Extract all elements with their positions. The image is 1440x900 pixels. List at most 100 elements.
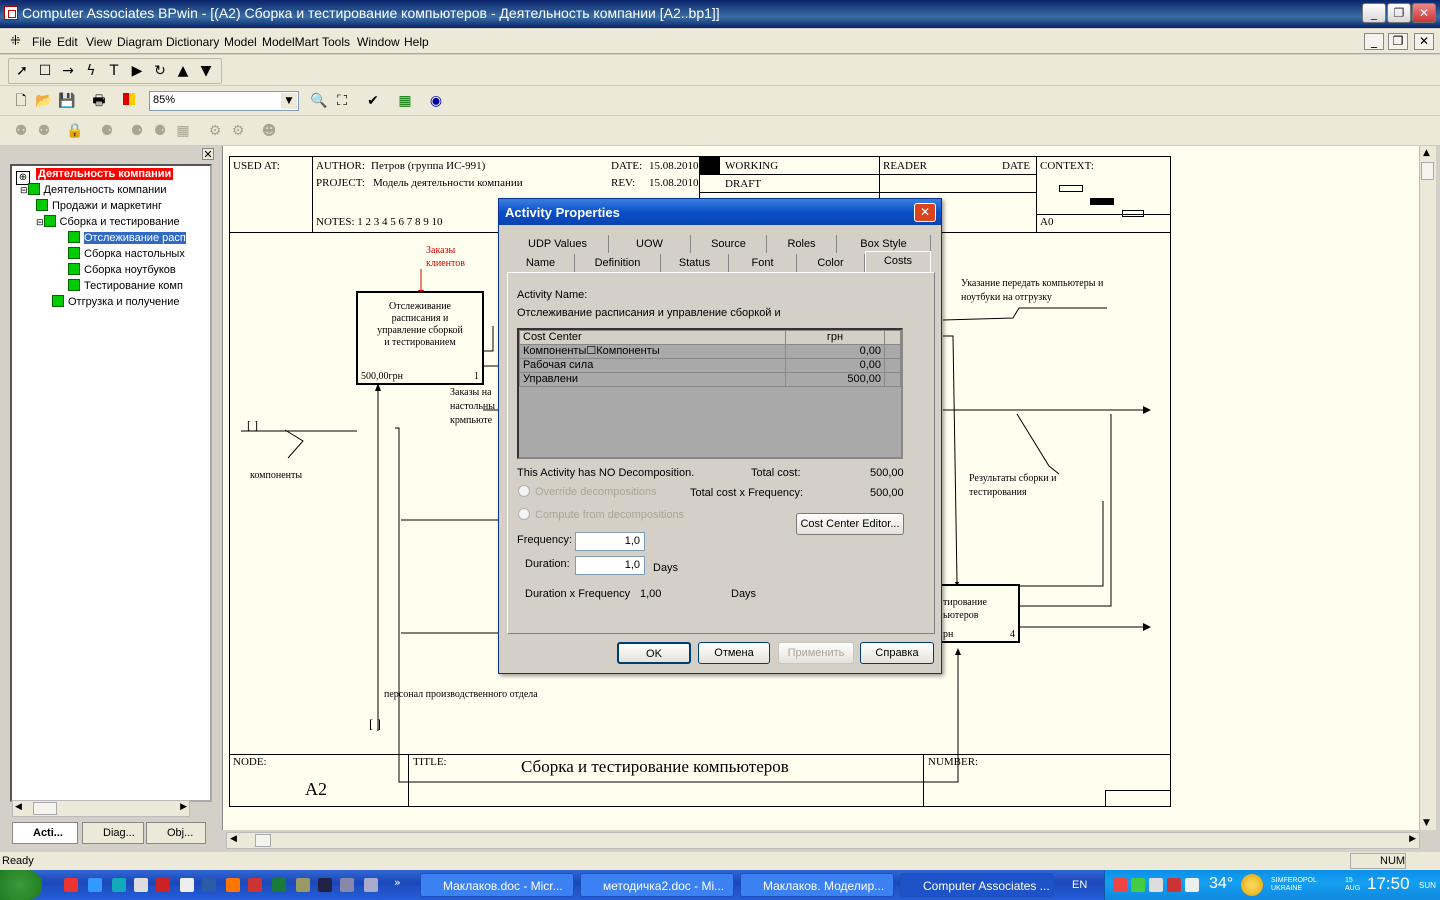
override-radio[interactable] (518, 485, 530, 497)
print-icon[interactable]: 🖶 (90, 92, 108, 110)
tree-item-selected[interactable]: Отслеживание расп (12, 230, 210, 246)
compute-radio[interactable] (518, 508, 530, 520)
network-icon[interactable] (340, 878, 354, 892)
tab-activities[interactable]: Acti... (12, 822, 78, 844)
canvas-hscroll[interactable]: ◀ ▶ (226, 832, 1420, 849)
firefox-icon[interactable] (226, 878, 240, 892)
model-explorer-icon[interactable]: ▦ (396, 92, 414, 110)
lock-icon[interactable]: 🔒 (66, 122, 84, 140)
tab-source[interactable]: Source (691, 235, 767, 253)
cost-value[interactable]: 0,00 (785, 344, 885, 359)
ok-button[interactable]: OK (617, 642, 691, 664)
table-row[interactable]: Управлени 500,00 (519, 372, 901, 387)
new-icon[interactable]: 🗋 (12, 92, 30, 110)
media-icon[interactable] (318, 878, 332, 892)
restore-button[interactable]: ❐ (1387, 3, 1411, 23)
pointer-icon[interactable]: ➚ (13, 62, 31, 80)
menu-file[interactable]: File (32, 35, 51, 49)
scroll-right-icon[interactable]: ▶ (180, 802, 187, 812)
scroll-thumb[interactable] (1421, 162, 1434, 180)
activity-box-1[interactable]: Отслеживание расписания и управление сбо… (356, 291, 484, 385)
tab-name[interactable]: Name (507, 254, 575, 272)
acrobat-icon[interactable] (248, 878, 262, 892)
activity-box-4[interactable]: тирование ьютеров рн 4 (935, 584, 1020, 643)
menu-model[interactable]: Model (224, 35, 257, 49)
tree-item[interactable]: Сборка ноутбуков (68, 262, 176, 278)
scroll-thumb[interactable] (255, 834, 271, 847)
dialog-close-button[interactable]: ✕ (914, 203, 936, 222)
menu-tools[interactable]: Tools (322, 35, 350, 49)
mm-grid-icon[interactable]: ▦ (174, 122, 192, 140)
tree-item[interactable]: Продажи и маркетинг (36, 198, 162, 214)
zoom-fit-icon[interactable]: ⛶ (333, 92, 351, 110)
frequency-input[interactable]: 1,0 (575, 532, 645, 551)
tree-item[interactable]: ⊟ Сборка и тестирование (36, 214, 180, 230)
duration-input[interactable]: 1,0 (575, 556, 645, 575)
menu-diagram[interactable]: Diagram (117, 35, 162, 49)
task-maklakov-model[interactable]: Маклаков. Моделир... (740, 873, 894, 897)
mm-user-icon[interactable]: ☻ (260, 122, 278, 140)
spellcheck-icon[interactable]: ✔ (364, 92, 382, 110)
mm-open-icon[interactable]: ⚈ (98, 122, 116, 140)
zoom-in-icon[interactable]: 🔍 (310, 92, 328, 110)
task-metodichka[interactable]: методичка2.doc - Mi... (580, 873, 734, 897)
tab-font[interactable]: Font (729, 254, 797, 272)
mm-save-icon[interactable]: ⚈ (128, 122, 146, 140)
paint-icon[interactable] (296, 878, 310, 892)
mm-options-icon[interactable]: ⚙ (229, 122, 247, 140)
menu-edit[interactable]: Edit (57, 35, 78, 49)
tray-icon[interactable] (1149, 878, 1163, 892)
scroll-down-icon[interactable]: ▼ (1423, 818, 1430, 828)
cost-center-editor-button[interactable]: Cost Center Editor... (796, 513, 904, 535)
mdi-minimize-button[interactable]: _ (1364, 33, 1384, 50)
tab-color[interactable]: Color (797, 254, 865, 272)
notepad-icon[interactable] (180, 878, 194, 892)
help-button[interactable]: Справка (860, 642, 934, 664)
tree-item[interactable]: Отгрузка и получение (52, 294, 180, 310)
ie-icon[interactable] (88, 878, 102, 892)
explorer-icon[interactable] (134, 878, 148, 892)
menu-view[interactable]: View (86, 35, 112, 49)
pdf-icon[interactable] (156, 878, 170, 892)
chevron-down-icon[interactable]: ▼ (281, 93, 297, 109)
rotate-icon[interactable]: ↻ (151, 62, 169, 80)
table-row[interactable]: Рабочая сила 0,00 (519, 358, 901, 373)
apply-button[interactable]: Применить (778, 642, 854, 664)
up-triangle-icon[interactable]: ▲ (174, 62, 192, 80)
tab-costs[interactable]: Costs (865, 251, 931, 272)
word-icon[interactable] (202, 878, 216, 892)
tree-item-root[interactable]: ⊕ Деятельность компании (16, 166, 174, 185)
box-tool-icon[interactable]: ☐ (36, 62, 54, 80)
scroll-thumb[interactable] (33, 802, 57, 815)
tab-status[interactable]: Status (661, 254, 729, 272)
cost-value[interactable]: 0,00 (785, 358, 885, 373)
start-button[interactable] (0, 870, 42, 900)
color-icon[interactable] (120, 92, 138, 110)
tab-diagrams[interactable]: Diag... (82, 822, 144, 844)
open-icon[interactable]: 📂 (35, 92, 53, 110)
chrome-icon[interactable] (64, 878, 78, 892)
tray-icon[interactable] (1167, 878, 1181, 892)
mdi-restore-button[interactable]: ❐ (1388, 33, 1408, 50)
tab-definition[interactable]: Definition (575, 254, 661, 272)
canvas-vscroll[interactable]: ▲ ▼ (1419, 146, 1436, 830)
tree-item[interactable]: Сборка настольных (68, 246, 185, 262)
tab-udp-values[interactable]: UDP Values (507, 235, 609, 253)
tab-uow[interactable]: UOW (609, 235, 691, 253)
tab-objects[interactable]: Obj... (146, 822, 206, 844)
excel-icon[interactable] (272, 878, 286, 892)
mm-merge-icon[interactable]: ⚈ (151, 122, 169, 140)
triangle-right-icon[interactable]: ▶ (128, 62, 146, 80)
mm-connect-icon[interactable]: ⚉ (12, 122, 30, 140)
scroll-right-icon[interactable]: ▶ (1409, 834, 1416, 844)
tab-roles[interactable]: Roles (767, 235, 837, 253)
mdi-close-button[interactable]: ✕ (1414, 33, 1434, 50)
minimize-button[interactable]: _ (1362, 3, 1386, 23)
cost-value[interactable]: 500,00 (785, 372, 885, 387)
tree-item[interactable]: ⊟ Деятельность компании (20, 182, 166, 198)
down-triangle-icon[interactable]: ▼ (197, 62, 215, 80)
scroll-left-icon[interactable]: ◀ (230, 834, 237, 844)
table-row[interactable]: Компоненты☐Компоненты 0,00 (519, 344, 901, 359)
mm-security-icon[interactable]: ⚙ (206, 122, 224, 140)
cancel-button[interactable]: Отмена (698, 642, 770, 664)
